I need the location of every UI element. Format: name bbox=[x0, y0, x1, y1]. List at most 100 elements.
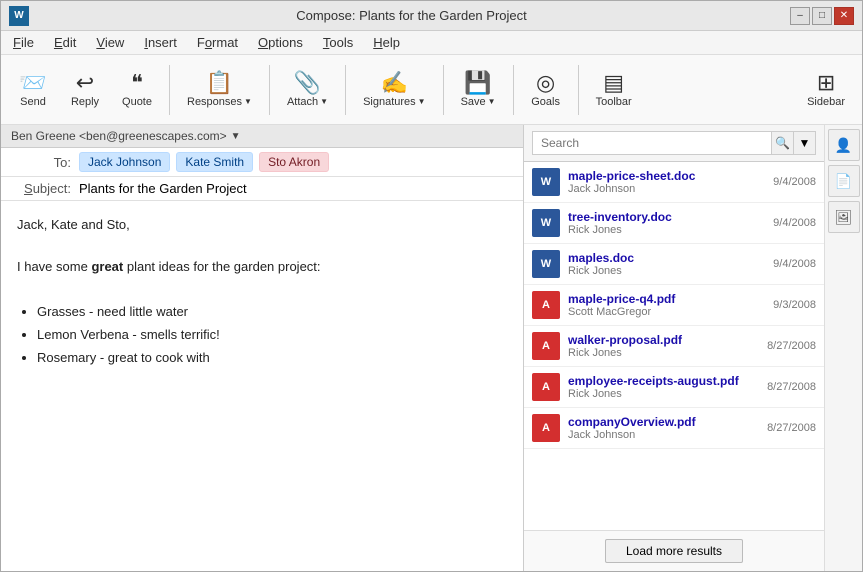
to-chip-kate-smith[interactable]: Kate Smith bbox=[176, 152, 253, 172]
search-icons: 🔍 ▼ bbox=[772, 131, 816, 155]
to-chip-jack-johnson[interactable]: Jack Johnson bbox=[79, 152, 170, 172]
send-icon: 📨 bbox=[19, 72, 46, 94]
file-meta-6: Jack Johnson bbox=[568, 429, 759, 441]
file-item-2[interactable]: W maples.doc Rick Jones 9/4/2008 bbox=[524, 244, 824, 285]
file-date-4: 8/27/2008 bbox=[767, 340, 816, 352]
menu-format[interactable]: Format bbox=[193, 34, 242, 51]
file-icon-pdf: A bbox=[532, 332, 560, 360]
menu-insert[interactable]: Insert bbox=[140, 34, 181, 51]
file-name-3: maple-price-q4.pdf bbox=[568, 292, 765, 306]
sidebar-doc-icon[interactable]: 📄 bbox=[828, 165, 860, 197]
goals-button[interactable]: ◎ Goals bbox=[522, 61, 570, 119]
file-info-0: maple-price-sheet.doc Jack Johnson bbox=[568, 169, 765, 195]
file-item-4[interactable]: A walker-proposal.pdf Rick Jones 8/27/20… bbox=[524, 326, 824, 367]
file-icon-word: W bbox=[532, 168, 560, 196]
subject-field-row: Subject: bbox=[1, 177, 523, 201]
menu-tools[interactable]: Tools bbox=[319, 34, 357, 51]
from-line: Ben Greene <ben@greenescapes.com> ▼ bbox=[1, 125, 523, 148]
signatures-button[interactable]: ✍ Signatures▼ bbox=[354, 61, 435, 119]
goals-icon: ◎ bbox=[536, 72, 555, 94]
file-item-1[interactable]: W tree-inventory.doc Rick Jones 9/4/2008 bbox=[524, 203, 824, 244]
file-meta-0: Jack Johnson bbox=[568, 183, 765, 195]
file-list: W maple-price-sheet.doc Jack Johnson 9/4… bbox=[524, 162, 824, 530]
load-more-section: Load more results bbox=[524, 530, 824, 571]
send-button[interactable]: 📨 Send bbox=[9, 61, 57, 119]
from-dropdown-arrow[interactable]: ▼ bbox=[231, 131, 241, 142]
body-list-item-2: Lemon Verbena - smells terrific! bbox=[37, 325, 507, 346]
file-item-6[interactable]: A companyOverview.pdf Jack Johnson 8/27/… bbox=[524, 408, 824, 449]
to-chips-container: Jack Johnson Kate Smith Sto Akron bbox=[79, 152, 513, 172]
sidebar-icons-panel: 👤 📄 🖼 bbox=[824, 125, 862, 571]
file-info-6: companyOverview.pdf Jack Johnson bbox=[568, 415, 759, 441]
file-date-6: 8/27/2008 bbox=[767, 422, 816, 434]
restore-button[interactable]: □ bbox=[812, 7, 832, 25]
file-item-0[interactable]: W maple-price-sheet.doc Jack Johnson 9/4… bbox=[524, 162, 824, 203]
to-label: To: bbox=[11, 155, 71, 170]
left-pane: Ben Greene <ben@greenescapes.com> ▼ To: … bbox=[1, 125, 524, 571]
file-icon-pdf: A bbox=[532, 291, 560, 319]
toolbar-button[interactable]: ▤ Toolbar bbox=[587, 61, 641, 119]
responses-arrow: ▼ bbox=[244, 97, 252, 106]
responses-button[interactable]: 📋 Responses▼ bbox=[178, 61, 261, 119]
menu-options[interactable]: Options bbox=[254, 34, 307, 51]
file-info-2: maples.doc Rick Jones bbox=[568, 251, 765, 277]
menu-edit[interactable]: Edit bbox=[50, 34, 80, 51]
reply-icon: ↩ bbox=[76, 72, 94, 94]
file-icon-word: W bbox=[532, 250, 560, 278]
signatures-label: Signatures▼ bbox=[363, 96, 426, 108]
minimize-button[interactable]: – bbox=[790, 7, 810, 25]
right-pane: 🔍 ▼ W maple-price-sheet.doc Jack Johnson… bbox=[524, 125, 824, 571]
file-info-3: maple-price-q4.pdf Scott MacGregor bbox=[568, 292, 765, 318]
load-more-button[interactable]: Load more results bbox=[605, 539, 743, 563]
from-value: Ben Greene <ben@greenescapes.com> bbox=[11, 129, 227, 143]
search-submit-button[interactable]: 🔍 bbox=[772, 131, 794, 155]
close-button[interactable]: ✕ bbox=[834, 7, 854, 25]
to-field-row: To: Jack Johnson Kate Smith Sto Akron bbox=[1, 148, 523, 177]
compose-window: W Compose: Plants for the Garden Project… bbox=[0, 0, 863, 572]
toolbar-separator-4 bbox=[443, 65, 444, 115]
file-item-5[interactable]: A employee-receipts-august.pdf Rick Jone… bbox=[524, 367, 824, 408]
menu-help[interactable]: Help bbox=[369, 34, 404, 51]
menu-file[interactable]: File bbox=[9, 34, 38, 51]
attach-icon: 📎 bbox=[294, 72, 321, 94]
sidebar-button[interactable]: ⊞ Sidebar bbox=[798, 61, 854, 119]
quote-button[interactable]: ❝ Quote bbox=[113, 61, 161, 119]
file-name-0: maple-price-sheet.doc bbox=[568, 169, 765, 183]
file-name-2: maples.doc bbox=[568, 251, 765, 265]
menubar: File Edit View Insert Format Options Too… bbox=[1, 31, 862, 55]
toolbar-separator-6 bbox=[578, 65, 579, 115]
attach-button[interactable]: 📎 Attach▼ bbox=[278, 61, 337, 119]
search-options-button[interactable]: ▼ bbox=[794, 131, 816, 155]
file-name-1: tree-inventory.doc bbox=[568, 210, 765, 224]
email-body[interactable]: Jack, Kate and Sto, I have some great pl… bbox=[1, 201, 523, 571]
sidebar-image-icon[interactable]: 🖼 bbox=[828, 201, 860, 233]
file-name-6: companyOverview.pdf bbox=[568, 415, 759, 429]
file-meta-5: Rick Jones bbox=[568, 388, 759, 400]
body-list: Grasses - need little water Lemon Verben… bbox=[37, 302, 507, 368]
body-greeting: Jack, Kate and Sto, bbox=[17, 215, 507, 236]
sidebar-contacts-icon[interactable]: 👤 bbox=[828, 129, 860, 161]
sidebar-icon: ⊞ bbox=[817, 72, 835, 94]
toolbar-label: Toolbar bbox=[596, 96, 632, 108]
save-label: Save▼ bbox=[461, 96, 496, 108]
attach-label: Attach▼ bbox=[287, 96, 328, 108]
reply-button[interactable]: ↩ Reply bbox=[61, 61, 109, 119]
body-list-item-3: Rosemary - great to cook with bbox=[37, 348, 507, 369]
search-input[interactable] bbox=[532, 131, 772, 155]
file-meta-3: Scott MacGregor bbox=[568, 306, 765, 318]
subject-input[interactable] bbox=[79, 181, 513, 196]
to-chip-sto-akron[interactable]: Sto Akron bbox=[259, 152, 329, 172]
file-date-2: 9/4/2008 bbox=[773, 258, 816, 270]
subject-label: Subject: bbox=[11, 181, 71, 196]
file-date-3: 9/3/2008 bbox=[773, 299, 816, 311]
save-button[interactable]: 💾 Save▼ bbox=[452, 61, 505, 119]
body-list-item-1: Grasses - need little water bbox=[37, 302, 507, 323]
reply-label: Reply bbox=[71, 96, 99, 108]
body-intro: I have some great plant ideas for the ga… bbox=[17, 257, 507, 278]
file-item-3[interactable]: A maple-price-q4.pdf Scott MacGregor 9/3… bbox=[524, 285, 824, 326]
window-title: Compose: Plants for the Garden Project bbox=[33, 8, 790, 23]
app-icon: W bbox=[9, 6, 29, 26]
menu-view[interactable]: View bbox=[92, 34, 128, 51]
save-icon: 💾 bbox=[464, 72, 491, 94]
file-icon-pdf: A bbox=[532, 414, 560, 442]
